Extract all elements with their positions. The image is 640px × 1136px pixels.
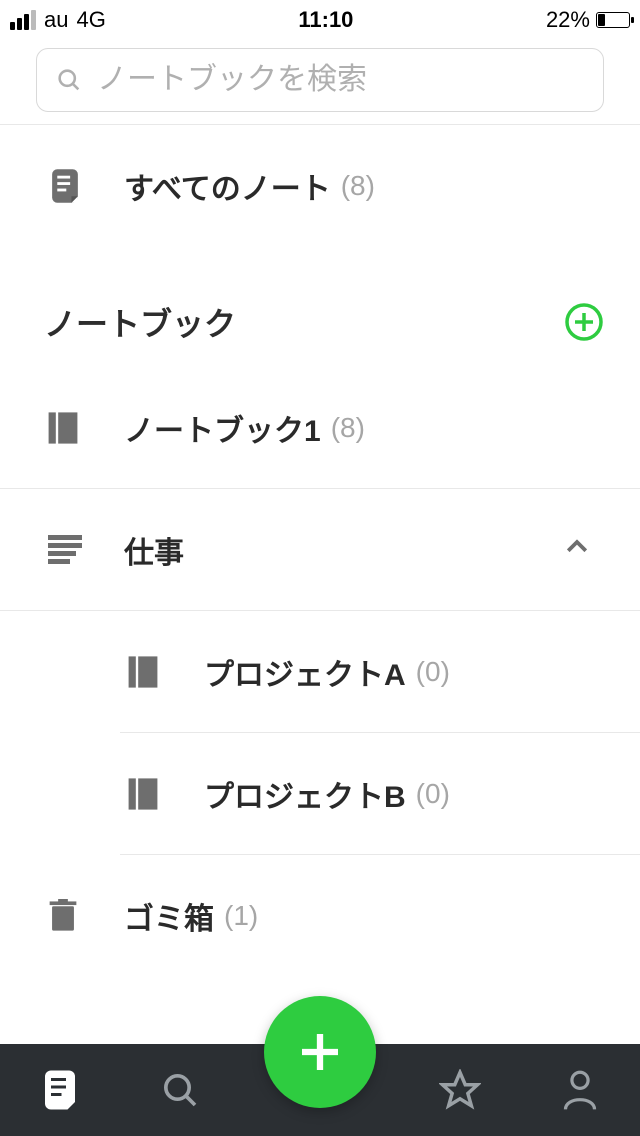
add-notebook-button[interactable] [564, 302, 604, 342]
status-time: 11:10 [298, 7, 353, 33]
signal-icon [10, 10, 36, 30]
notebooks-section-title: ノートブック [44, 299, 236, 345]
search-input[interactable] [97, 63, 585, 97]
carrier-label: au [44, 7, 68, 33]
child-notebook-label: プロジェクトB [204, 772, 406, 816]
tab-search[interactable] [150, 1070, 210, 1110]
tab-shortcuts[interactable] [430, 1069, 490, 1111]
battery-icon [596, 12, 630, 28]
all-notes-count: (8) [341, 170, 375, 202]
child-notebook-count: (0) [416, 656, 450, 688]
trash-row[interactable]: ゴミ箱 (1) [0, 855, 640, 977]
new-note-fab[interactable] [264, 996, 376, 1108]
notebooks-section-header: ノートブック [0, 277, 640, 367]
child-notebook-count: (0) [416, 778, 450, 810]
notebook-count: (8) [331, 412, 365, 444]
all-notes-label: すべてのノート [124, 164, 331, 208]
tab-notes[interactable] [30, 1069, 90, 1111]
notebook-icon [128, 654, 162, 690]
notebook-label: ノートブック1 [124, 406, 321, 450]
note-icon [48, 168, 82, 204]
status-bar: au 4G 11:10 22% [0, 0, 640, 40]
battery-percent: 22% [546, 7, 590, 33]
trash-label: ゴミ箱 [124, 894, 214, 938]
search-icon [55, 66, 83, 94]
status-left: au 4G [10, 7, 106, 33]
child-notebook-label: プロジェクトA [204, 650, 406, 694]
search-container [0, 40, 640, 125]
notebook-icon [48, 410, 82, 446]
notebook-stack[interactable]: 仕事 [0, 489, 640, 611]
all-notes-row[interactable]: すべてのノート (8) [0, 125, 640, 247]
notebook-icon [128, 776, 162, 812]
chevron-up-icon [562, 532, 592, 567]
plus-icon [293, 1025, 347, 1079]
child-notebook-item[interactable]: プロジェクトA (0) [120, 611, 640, 733]
network-label: 4G [76, 7, 105, 33]
status-right: 22% [546, 7, 630, 33]
trash-icon [48, 899, 82, 933]
notebook-item[interactable]: ノートブック1 (8) [0, 367, 640, 489]
search-field[interactable] [36, 48, 604, 112]
tab-account[interactable] [550, 1069, 610, 1111]
stack-icon [48, 535, 82, 565]
child-notebook-item[interactable]: プロジェクトB (0) [120, 733, 640, 855]
stack-label: 仕事 [124, 528, 184, 572]
trash-count: (1) [224, 900, 258, 932]
